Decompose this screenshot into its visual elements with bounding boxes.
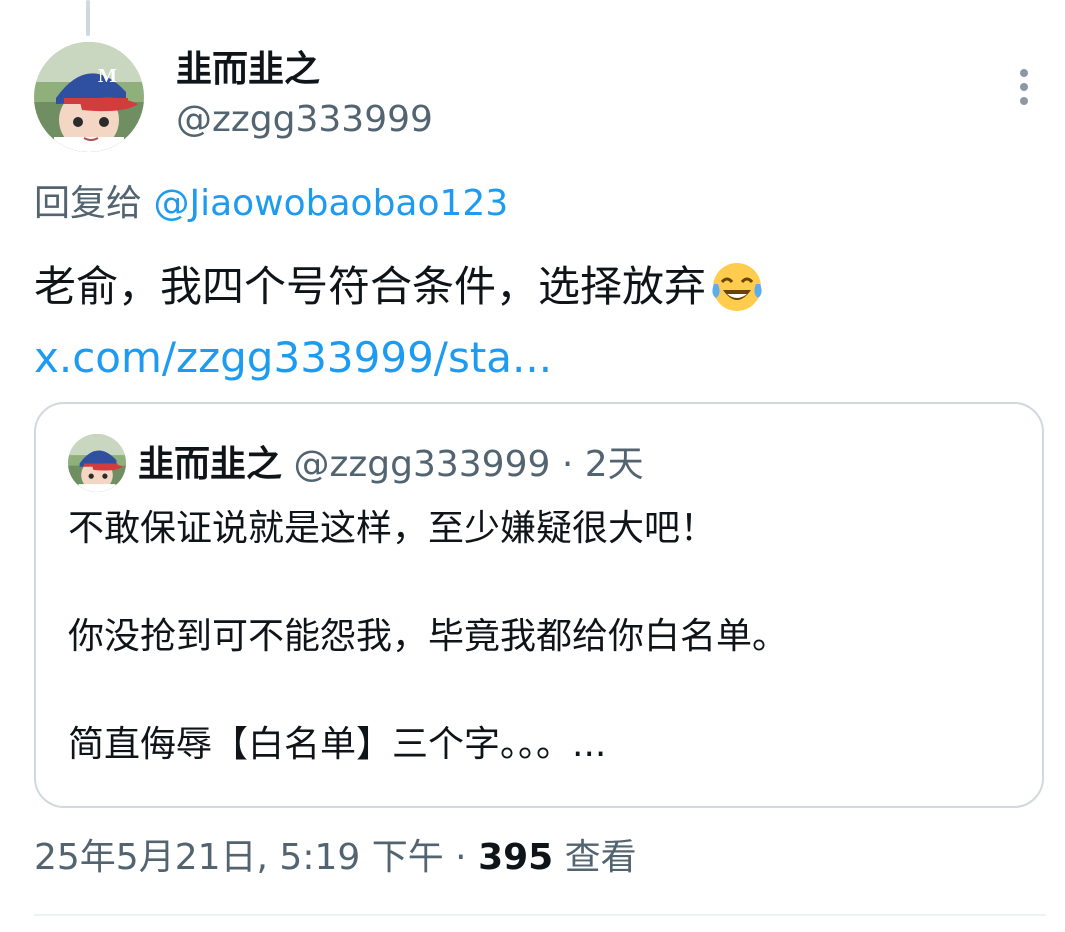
thread-connector-line	[86, 0, 90, 36]
quote-time[interactable]: 2天	[585, 444, 644, 485]
tweet-body: 老俞，我四个号符合条件，选择放弃	[34, 258, 766, 316]
svg-text:M: M	[98, 65, 117, 87]
author-handle[interactable]: @zzgg333999	[176, 98, 433, 142]
face-with-tears-of-joy-icon	[712, 263, 762, 311]
tweet-meta: 25年5月21日, 5:19 下午 · 395 查看	[34, 834, 637, 882]
author-display-name[interactable]: 韭而韭之	[176, 48, 320, 92]
quoted-tweet-card[interactable]: 韭而韭之 @zzgg333999 · 2天 不敢保证说就是这样，至少嫌疑很大吧！…	[34, 402, 1044, 808]
meta-separator: ·	[455, 837, 467, 878]
quote-separator: ·	[561, 444, 574, 485]
quote-text-line: 你没抢到可不能怨我，毕竟我都给你白名单。	[68, 616, 789, 657]
reply-prefix: 回复给	[34, 183, 143, 224]
replying-to: 回复给 @Jiaowobaobao123	[34, 180, 508, 228]
tweet-timestamp[interactable]: 25年5月21日, 5:19 下午	[34, 837, 444, 878]
views-label: 查看	[564, 837, 637, 878]
tweet-link[interactable]: x.com/zzgg333999/sta...	[34, 330, 552, 386]
more-vertical-icon	[1020, 69, 1028, 105]
avatar[interactable]: M	[34, 42, 144, 152]
quote-handle[interactable]: @zzgg333999	[293, 444, 550, 485]
views-count: 395	[478, 837, 554, 878]
divider	[34, 914, 1046, 916]
more-options-button[interactable]	[1004, 62, 1044, 112]
avatar-image-icon: M	[34, 42, 144, 152]
quote-display-name[interactable]: 韭而韭之	[138, 444, 282, 485]
tweet-text: 老俞，我四个号符合条件，选择放弃	[34, 262, 707, 311]
quote-text-line: 不敢保证说就是这样，至少嫌疑很大吧！	[68, 508, 717, 549]
quote-avatar[interactable]	[68, 434, 126, 492]
quote-header: 韭而韭之 @zzgg333999 · 2天	[138, 442, 644, 488]
reply-mention-link[interactable]: @Jiaowobaobao123	[153, 183, 508, 224]
avatar-image-icon	[68, 434, 126, 492]
quote-text-line: 简直侮辱【白名单】三个字。。。...	[68, 724, 607, 765]
